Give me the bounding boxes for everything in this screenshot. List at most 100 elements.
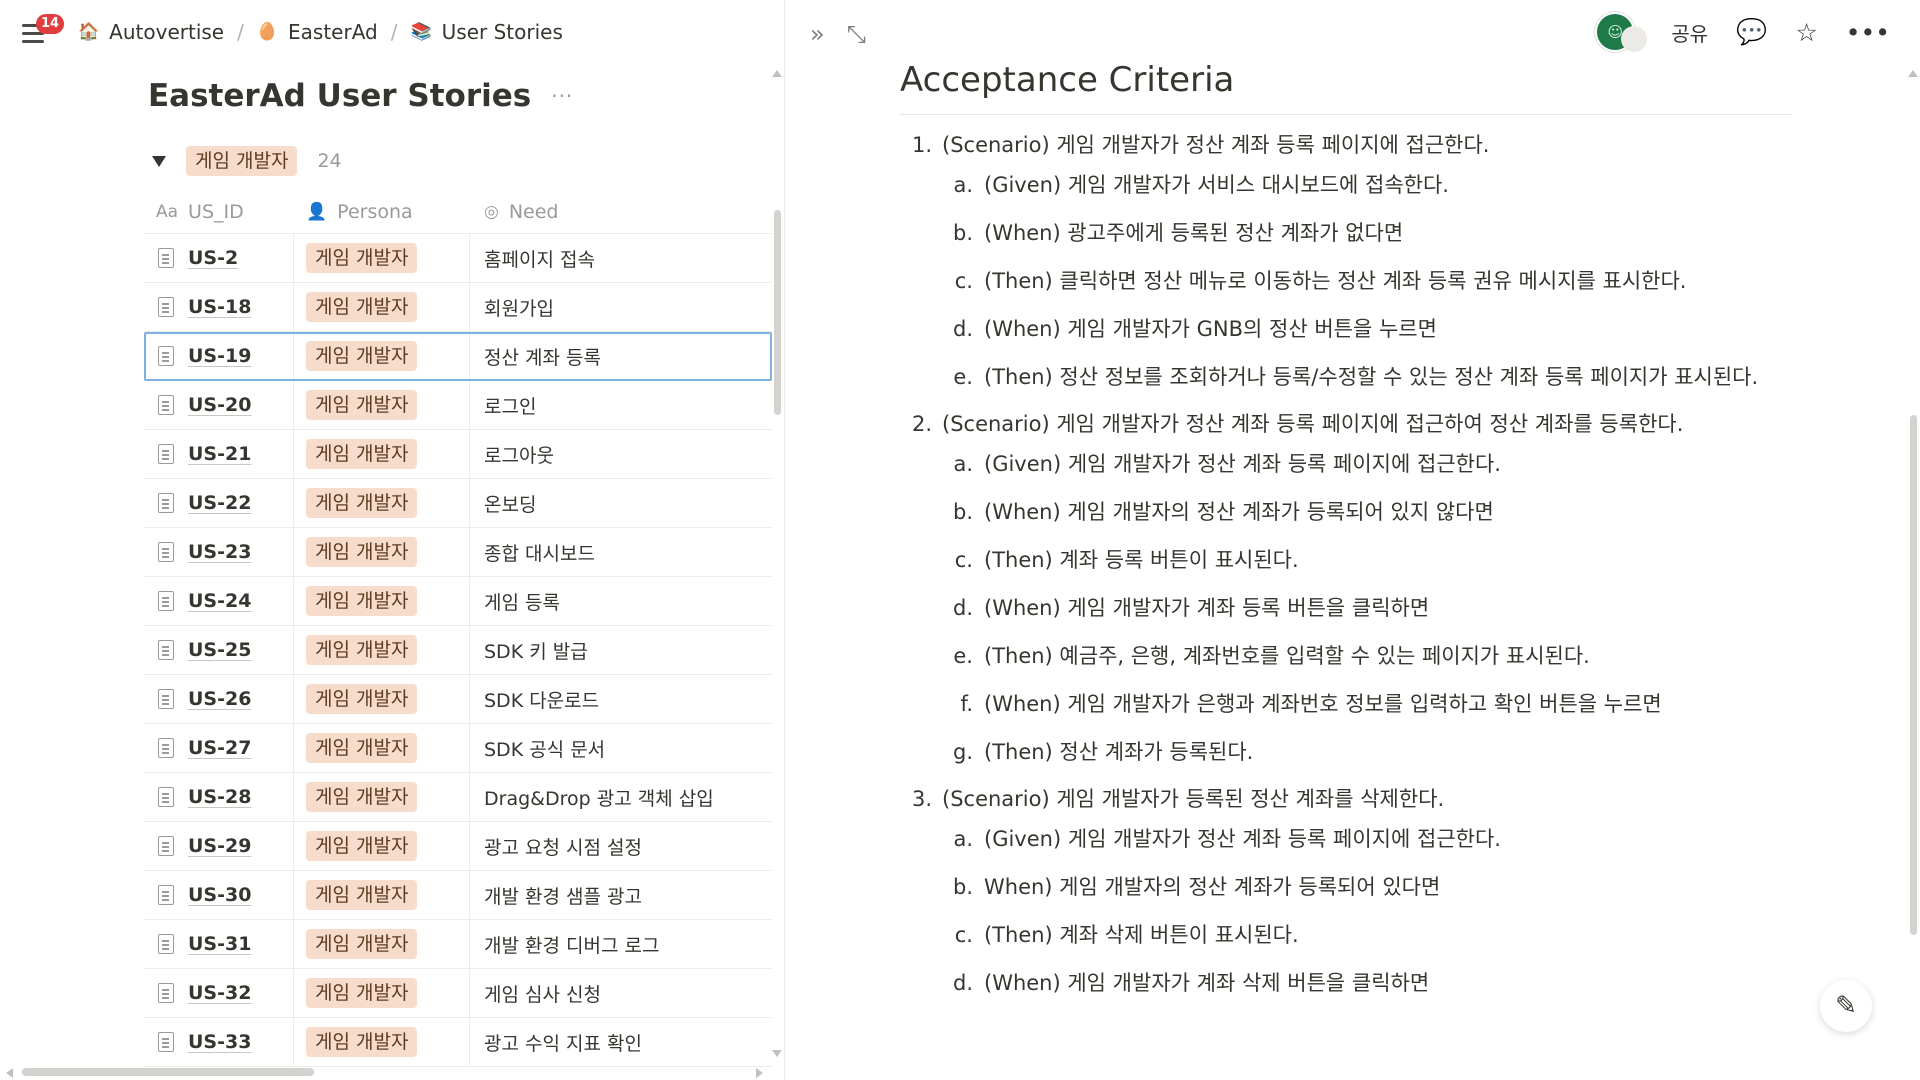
us-id-link[interactable]: US-32 — [188, 982, 251, 1004]
us-id-link[interactable]: US-26 — [188, 688, 251, 710]
table-row[interactable]: US-26 게임 개발자 SDK 다운로드 — [144, 675, 772, 724]
cell-need[interactable]: SDK 다운로드 — [470, 686, 772, 713]
cell-need[interactable]: 개발 환경 디버그 로그 — [470, 931, 772, 958]
cell-us-id[interactable]: US-21 — [144, 430, 294, 478]
vertical-scrollbar[interactable] — [1910, 415, 1917, 935]
cell-us-id[interactable]: US-26 — [144, 675, 294, 723]
scenario-text[interactable]: (Scenario) 게임 개발자가 등록된 정산 계좌를 삭제한다. — [942, 783, 1444, 815]
cell-persona[interactable]: 게임 개발자 — [294, 920, 470, 968]
comment-icon[interactable]: 💬 — [1736, 17, 1767, 47]
table-row[interactable]: US-28 게임 개발자 Drag&Drop 광고 객체 삽입 — [144, 773, 772, 822]
cell-us-id[interactable]: US-28 — [144, 773, 294, 821]
scroll-up-arrow[interactable] — [772, 70, 782, 77]
cell-need[interactable]: 온보딩 — [470, 490, 772, 517]
avatar[interactable] — [1621, 26, 1648, 52]
cell-need[interactable]: 종합 대시보드 — [470, 539, 772, 566]
step-text[interactable]: (When) 게임 개발자가 GNB의 정산 버튼을 누르면 — [984, 312, 1794, 346]
cell-persona[interactable]: 게임 개발자 — [294, 675, 470, 723]
table-row[interactable]: US-31 게임 개발자 개발 환경 디버그 로그 — [144, 920, 772, 969]
scroll-up-arrow[interactable] — [1908, 70, 1918, 77]
cell-need[interactable]: SDK 키 발급 — [470, 637, 772, 664]
step-text[interactable]: When) 게임 개발자의 정산 계좌가 등록되어 있다면 — [984, 870, 1794, 904]
table-row[interactable]: US-2 게임 개발자 홈페이지 접속 — [144, 234, 772, 283]
cell-need[interactable]: Drag&Drop 광고 객체 삽입 — [470, 784, 772, 811]
table-row[interactable]: US-20 게임 개발자 로그인 — [144, 381, 772, 430]
cell-need[interactable]: 개발 환경 샘플 광고 — [470, 882, 772, 909]
step-text[interactable]: (When) 게임 개발자의 정산 계좌가 등록되어 있지 않다면 — [984, 495, 1794, 529]
us-id-link[interactable]: US-28 — [188, 786, 251, 808]
share-button[interactable]: 공유 — [1671, 18, 1708, 47]
cell-persona[interactable]: 게임 개발자 — [294, 479, 470, 527]
step-text[interactable]: (Then) 클릭하면 정산 메뉴로 이동하는 정산 계좌 등록 권유 메시지를… — [984, 264, 1794, 298]
cell-us-id[interactable]: US-19 — [144, 332, 294, 380]
us-id-link[interactable]: US-31 — [188, 933, 251, 955]
table-row[interactable]: US-33 게임 개발자 광고 수익 지표 확인 — [144, 1018, 772, 1067]
table-row[interactable]: US-32 게임 개발자 게임 심사 신청 — [144, 969, 772, 1018]
cell-need[interactable]: 홈페이지 접속 — [470, 245, 772, 272]
cell-persona[interactable]: 게임 개발자 — [294, 332, 470, 380]
us-id-link[interactable]: US-22 — [188, 492, 251, 514]
cell-persona[interactable]: 게임 개발자 — [294, 822, 470, 870]
table-row[interactable]: US-24 게임 개발자 게임 등록 — [144, 577, 772, 626]
cell-persona[interactable]: 게임 개발자 — [294, 234, 470, 282]
cell-need[interactable]: 로그인 — [470, 392, 772, 419]
table-row[interactable]: US-19 게임 개발자 정산 계좌 등록 — [144, 332, 772, 381]
scroll-right-arrow[interactable] — [756, 1068, 763, 1078]
table-row[interactable]: US-21 게임 개발자 로그아웃 — [144, 430, 772, 479]
scenario-text[interactable]: (Scenario) 게임 개발자가 정산 계좌 등록 페이지에 접근하여 정산… — [942, 408, 1683, 440]
step-text[interactable]: (Given) 게임 개발자가 서비스 대시보드에 접속한다. — [984, 168, 1794, 202]
cell-persona[interactable]: 게임 개발자 — [294, 871, 470, 919]
cell-us-id[interactable]: US-33 — [144, 1018, 294, 1066]
cell-need[interactable]: 게임 심사 신청 — [470, 980, 772, 1007]
cell-persona[interactable]: 게임 개발자 — [294, 773, 470, 821]
cell-need[interactable]: 로그아웃 — [470, 441, 772, 468]
us-id-link[interactable]: US-18 — [188, 296, 251, 318]
us-id-link[interactable]: US-30 — [188, 884, 251, 906]
us-id-link[interactable]: US-20 — [188, 394, 251, 416]
cell-us-id[interactable]: US-27 — [144, 724, 294, 772]
us-id-link[interactable]: US-23 — [188, 541, 251, 563]
cell-need[interactable]: 광고 요청 시점 설정 — [470, 833, 772, 860]
close-peek-icon[interactable]: » — [810, 20, 825, 48]
scenario-text[interactable]: (Scenario) 게임 개발자가 정산 계좌 등록 페이지에 접근한다. — [942, 129, 1489, 161]
us-id-link[interactable]: US-33 — [188, 1031, 251, 1053]
step-text[interactable]: (When) 게임 개발자가 계좌 등록 버튼을 클릭하면 — [984, 591, 1794, 625]
table-row[interactable]: US-27 게임 개발자 SDK 공식 문서 — [144, 724, 772, 773]
cell-persona[interactable]: 게임 개발자 — [294, 1018, 470, 1066]
table-row[interactable]: US-22 게임 개발자 온보딩 — [144, 479, 772, 528]
cell-us-id[interactable]: US-29 — [144, 822, 294, 870]
cell-persona[interactable]: 게임 개발자 — [294, 430, 470, 478]
cell-us-id[interactable]: US-22 — [144, 479, 294, 527]
step-text[interactable]: (Given) 게임 개발자가 정산 계좌 등록 페이지에 접근한다. — [984, 447, 1794, 481]
us-id-link[interactable]: US-21 — [188, 443, 251, 465]
step-text[interactable]: (Then) 계좌 삭제 버튼이 표시된다. — [984, 918, 1794, 952]
cell-need[interactable]: SDK 공식 문서 — [470, 735, 772, 762]
cell-us-id[interactable]: US-31 — [144, 920, 294, 968]
more-options-icon[interactable]: ••• — [1846, 18, 1890, 47]
breadcrumb-item-autovertise[interactable]: 🏠 Autovertise — [78, 20, 224, 44]
cell-persona[interactable]: 게임 개발자 — [294, 528, 470, 576]
cell-persona[interactable]: 게임 개발자 — [294, 626, 470, 674]
cell-us-id[interactable]: US-24 — [144, 577, 294, 625]
step-text[interactable]: (When) 게임 개발자가 계좌 삭제 버튼을 클릭하면 — [984, 966, 1794, 1000]
cell-us-id[interactable]: US-30 — [144, 871, 294, 919]
us-id-link[interactable]: US-27 — [188, 737, 251, 759]
cell-us-id[interactable]: US-23 — [144, 528, 294, 576]
scroll-left-arrow[interactable] — [6, 1068, 13, 1078]
us-id-link[interactable]: US-19 — [188, 345, 251, 367]
us-id-link[interactable]: US-25 — [188, 639, 251, 661]
cell-need[interactable]: 게임 등록 — [470, 588, 772, 615]
us-id-link[interactable]: US-24 — [188, 590, 251, 612]
database-title[interactable]: EasterAd User Stories — [148, 78, 531, 114]
scroll-down-arrow[interactable] — [772, 1050, 782, 1057]
table-row[interactable]: US-23 게임 개발자 종합 대시보드 — [144, 528, 772, 577]
step-text[interactable]: (Given) 게임 개발자가 정산 계좌 등록 페이지에 접근한다. — [984, 822, 1794, 856]
ai-assistant-button[interactable]: ✎ — [1820, 980, 1872, 1032]
vertical-scrollbar[interactable] — [774, 210, 781, 415]
cell-us-id[interactable]: US-25 — [144, 626, 294, 674]
cell-us-id[interactable]: US-20 — [144, 381, 294, 429]
cell-need[interactable]: 광고 수익 지표 확인 — [470, 1029, 772, 1056]
us-id-link[interactable]: US-29 — [188, 835, 251, 857]
cell-us-id[interactable]: US-18 — [144, 283, 294, 331]
step-text[interactable]: (Then) 예금주, 은행, 계좌번호를 입력할 수 있는 페이지가 표시된다… — [984, 639, 1794, 673]
